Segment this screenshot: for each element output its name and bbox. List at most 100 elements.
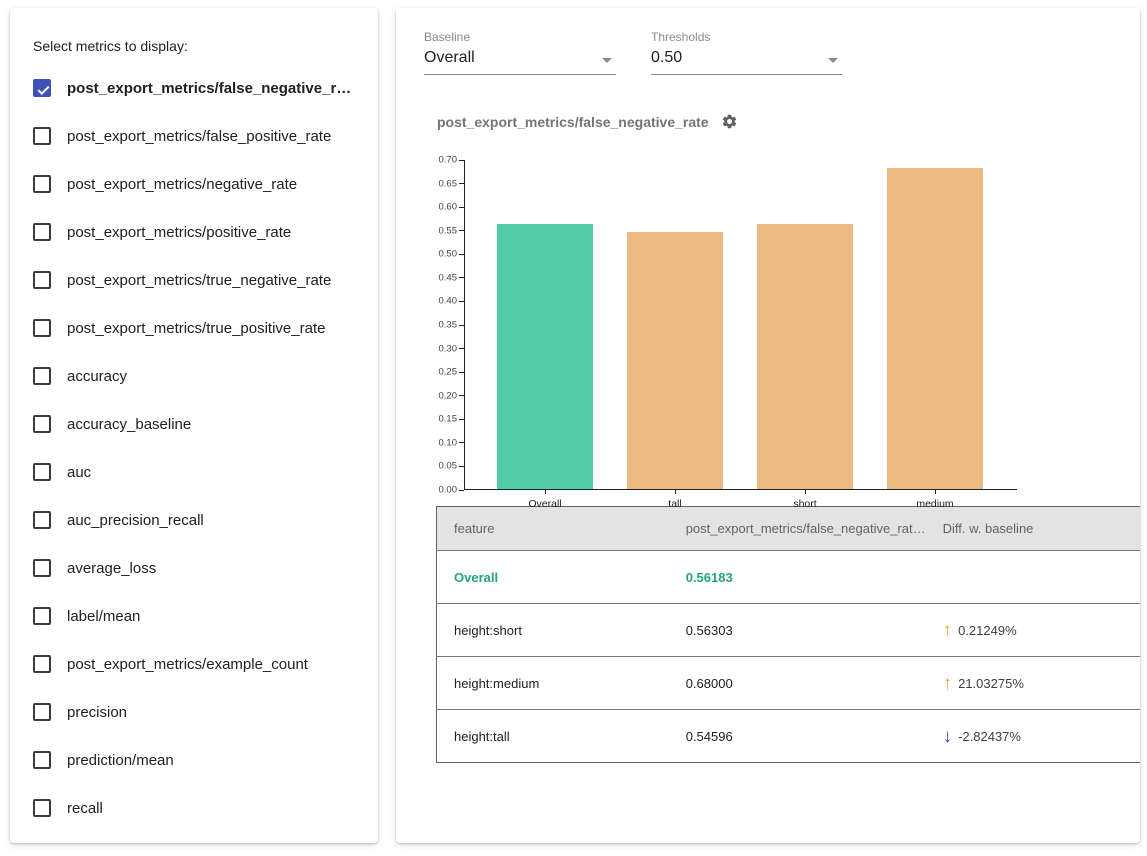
thresholds-dropdown-value[interactable]: 0.50: [651, 47, 842, 75]
sidebar-item-metric-1[interactable]: post_export_metrics/false_positive_rate: [33, 112, 356, 160]
checkbox-icon[interactable]: [33, 223, 51, 241]
plot-area: Overalltallshortmedium: [464, 160, 1017, 490]
metric-label: post_export_metrics/true_positive_rate: [67, 320, 325, 337]
metric-label: accuracy: [67, 368, 127, 385]
y-tick-label: 0.60: [439, 202, 458, 213]
diff-value: 0.21249%: [958, 623, 1017, 638]
diff-value: -2.82437%: [958, 729, 1021, 744]
y-tick-label: 0.50: [439, 249, 458, 260]
sidebar-item-metric-14[interactable]: prediction/mean: [33, 736, 356, 784]
metrics-table: feature post_export_metrics/false_negati…: [436, 506, 1140, 763]
sidebar-item-metric-5[interactable]: post_export_metrics/true_positive_rate: [33, 304, 356, 352]
arrow-up-icon: ↑: [943, 674, 953, 693]
sidebar-item-metric-3[interactable]: post_export_metrics/positive_rate: [33, 208, 356, 256]
checkbox-icon[interactable]: [33, 799, 51, 817]
sidebar-item-metric-9[interactable]: auc_precision_recall: [33, 496, 356, 544]
checkbox-icon[interactable]: [33, 703, 51, 721]
checkbox-icon[interactable]: [33, 655, 51, 673]
table-header-row: feature post_export_metrics/false_negati…: [437, 507, 1141, 551]
metric-value-cell: 0.56303: [669, 604, 926, 657]
diff-cell: ↑ 21.03275%: [926, 657, 1140, 710]
metric-label: accuracy_baseline: [67, 416, 191, 433]
metric-label: auc_precision_recall: [67, 512, 204, 529]
table-row-0: Overall0.56183: [437, 551, 1141, 604]
checkbox-icon[interactable]: [33, 175, 51, 193]
sidebar-item-metric-0[interactable]: post_export_metrics/false_negative_r…: [33, 64, 356, 112]
bar-Overall[interactable]: [497, 224, 593, 489]
sidebar-item-metric-2[interactable]: post_export_metrics/negative_rate: [33, 160, 356, 208]
gear-icon[interactable]: [721, 113, 738, 130]
col-header-diff: Diff. w. baseline: [926, 507, 1140, 551]
metric-label: post_export_metrics/true_negative_rate: [67, 272, 331, 289]
y-tick-label: 0.25: [439, 367, 458, 378]
metric-value-cell: 0.56183: [669, 551, 926, 604]
sidebar-item-metric-6[interactable]: accuracy: [33, 352, 356, 400]
metric-label: prediction/mean: [67, 752, 174, 769]
metric-value-cell: 0.68000: [669, 657, 926, 710]
baseline-dropdown[interactable]: Baseline Overall: [424, 30, 616, 75]
diff-cell: ↓-2.82437%: [926, 710, 1140, 763]
checkbox-checked-icon[interactable]: [33, 79, 51, 97]
sidebar-item-metric-11[interactable]: label/mean: [33, 592, 356, 640]
metric-label: post_export_metrics/positive_rate: [67, 224, 291, 241]
metric-label: recall: [67, 800, 103, 817]
checkbox-icon[interactable]: [33, 751, 51, 769]
diff-cell: ↑ 0.21249%: [926, 604, 1140, 657]
checkbox-icon[interactable]: [33, 463, 51, 481]
col-header-metric: post_export_metrics/false_negative_rat…: [669, 507, 926, 551]
bar-tall[interactable]: [627, 232, 723, 489]
y-tick-label: 0.70: [439, 155, 458, 166]
metric-label: post_export_metrics/false_positive_rate: [67, 128, 331, 145]
x-tick-label: Overall: [528, 498, 561, 510]
checkbox-icon[interactable]: [33, 607, 51, 625]
diff-cell: [926, 551, 1140, 604]
y-tick-label: 0.05: [439, 461, 458, 472]
y-tick-label: 0.10: [439, 437, 458, 448]
arrow-up-icon: ↑: [943, 621, 953, 640]
checkbox-icon[interactable]: [33, 367, 51, 385]
checkbox-icon[interactable]: [33, 415, 51, 433]
chevron-down-icon: [828, 58, 838, 63]
x-tick-label: medium: [916, 498, 953, 510]
table-row-1: height:short0.56303 ↑ 0.21249%: [437, 604, 1141, 657]
bar-medium[interactable]: [887, 168, 983, 489]
checkbox-icon[interactable]: [33, 559, 51, 577]
y-axis: 0.000.050.100.150.200.250.300.350.400.45…: [437, 160, 464, 490]
checkbox-icon[interactable]: [33, 511, 51, 529]
metric-label: auc: [67, 464, 91, 481]
sidebar-item-metric-8[interactable]: auc: [33, 448, 356, 496]
sidebar-item-metric-4[interactable]: post_export_metrics/true_negative_rate: [33, 256, 356, 304]
metric-label: post_export_metrics/false_negative_r…: [67, 80, 351, 97]
y-tick-label: 0.45: [439, 272, 458, 283]
metric-value-cell: 0.54596: [669, 710, 926, 763]
sidebar-item-metric-13[interactable]: precision: [33, 688, 356, 736]
diff-value: 21.03275%: [958, 676, 1024, 691]
checkbox-icon[interactable]: [33, 127, 51, 145]
y-tick-label: 0.55: [439, 225, 458, 236]
metric-label: post_export_metrics/example_count: [67, 656, 308, 673]
table-row-3: height:tall0.54596↓-2.82437%: [437, 710, 1141, 763]
y-tick-label: 0.30: [439, 343, 458, 354]
thresholds-dropdown[interactable]: Thresholds 0.50: [651, 30, 842, 75]
metric-selector-title: Select metrics to display:: [33, 38, 356, 54]
bar-short[interactable]: [757, 224, 853, 489]
y-tick-label: 0.35: [439, 320, 458, 331]
metric-label: post_export_metrics/negative_rate: [67, 176, 297, 193]
feature-cell: height:tall: [437, 710, 669, 763]
baseline-dropdown-label: Baseline: [424, 30, 616, 44]
metric-label: precision: [67, 704, 127, 721]
y-tick-label: 0.15: [439, 414, 458, 425]
chevron-down-icon: [602, 58, 612, 63]
checkbox-icon[interactable]: [33, 319, 51, 337]
sidebar-item-metric-10[interactable]: average_loss: [33, 544, 356, 592]
checkbox-icon[interactable]: [33, 271, 51, 289]
baseline-dropdown-value[interactable]: Overall: [424, 47, 616, 75]
feature-cell: height:short: [437, 604, 669, 657]
sidebar-item-metric-15[interactable]: recall: [33, 784, 356, 832]
sidebar-item-metric-12[interactable]: post_export_metrics/example_count: [33, 640, 356, 688]
x-tick-label: tall: [668, 498, 681, 510]
x-tick-label: short: [793, 498, 816, 510]
sidebar-item-metric-7[interactable]: accuracy_baseline: [33, 400, 356, 448]
y-tick-label: 0.40: [439, 296, 458, 307]
chart-title: post_export_metrics/false_negative_rate: [437, 114, 709, 130]
